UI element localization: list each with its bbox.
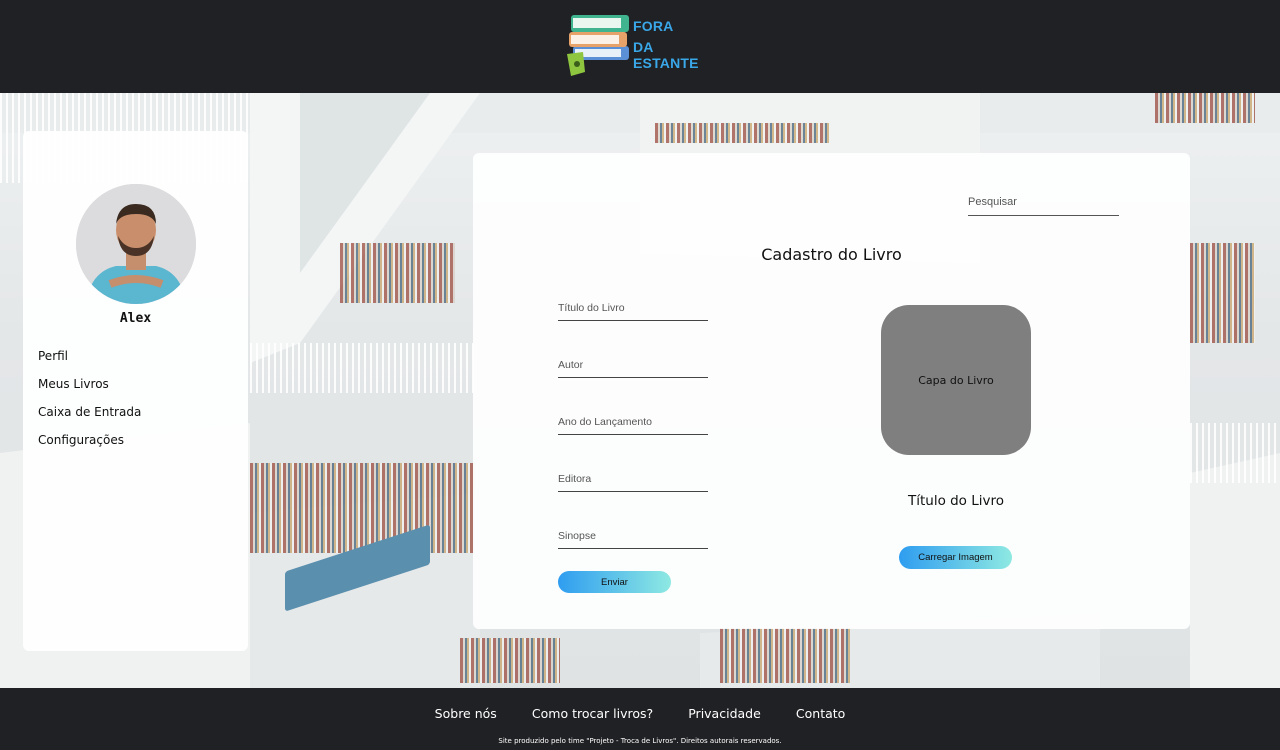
site-header: FORA DA ESTANTE	[0, 0, 1280, 93]
footer-link-sobre-nos[interactable]: Sobre nós	[435, 706, 497, 721]
footer-link-como-trocar[interactable]: Como trocar livros?	[532, 706, 653, 721]
cover-label: Capa do Livro	[918, 373, 994, 387]
books-icon	[567, 15, 629, 76]
site-footer: Sobre nós Como trocar livros? Privacidad…	[0, 688, 1280, 750]
logo-line-2: DA ESTANTE	[633, 39, 699, 71]
sidebar-item-perfil[interactable]: Perfil	[38, 347, 141, 375]
site-logo[interactable]: FORA DA ESTANTE	[565, 12, 720, 80]
search-input[interactable]	[968, 189, 1119, 216]
user-photo-icon	[76, 184, 196, 304]
footer-nav: Sobre nós Como trocar livros? Privacidad…	[0, 703, 1280, 722]
upload-image-button[interactable]: Carregar Imagem	[899, 546, 1012, 569]
logo-line-1: FORA	[633, 18, 674, 34]
sidebar-menu: Perfil Meus Livros Caixa de Entrada Conf…	[38, 347, 141, 459]
author-field[interactable]	[558, 352, 708, 378]
release-year-field[interactable]	[558, 409, 708, 435]
book-cover-placeholder: Capa do Livro	[881, 305, 1031, 455]
book-title-field[interactable]	[558, 295, 708, 321]
publisher-field[interactable]	[558, 466, 708, 492]
sidebar-item-configuracoes[interactable]: Configurações	[38, 431, 141, 459]
copyright-text: Site produzido pelo time "Projeto - Troc…	[498, 737, 782, 745]
book-register-card: Cadastro do Livro Enviar Capa do Livro T…	[473, 153, 1190, 629]
avatar[interactable]	[76, 184, 196, 304]
book-title-preview: Título do Livro	[907, 493, 1005, 509]
footer-link-privacidade[interactable]: Privacidade	[688, 706, 761, 721]
synopsis-field[interactable]	[558, 523, 708, 549]
footer-link-contato[interactable]: Contato	[796, 706, 845, 721]
page-title: Cadastro do Livro	[761, 245, 902, 264]
profile-sidebar: Alex Perfil Meus Livros Caixa de Entrada…	[23, 131, 248, 651]
sidebar-item-caixa-de-entrada[interactable]: Caixa de Entrada	[38, 403, 141, 431]
send-button[interactable]: Enviar	[558, 571, 671, 593]
username: Alex	[119, 311, 152, 326]
sidebar-item-meus-livros[interactable]: Meus Livros	[38, 375, 141, 403]
